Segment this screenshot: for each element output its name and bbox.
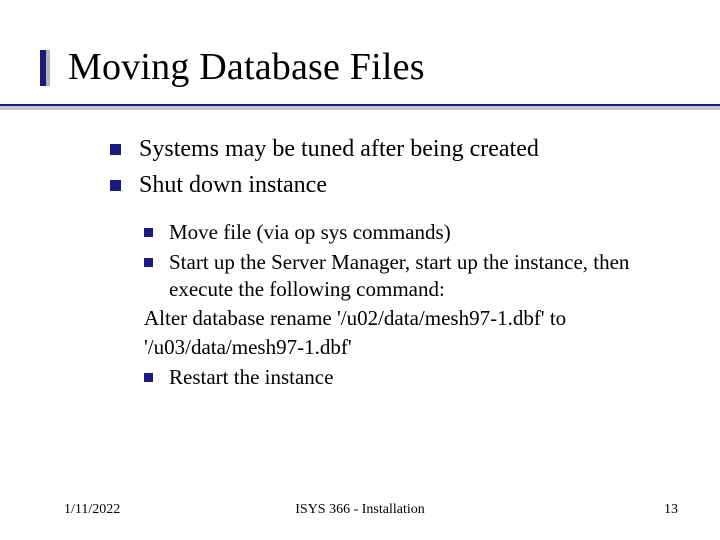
square-bullet-icon: [144, 258, 153, 267]
square-bullet-icon: [144, 228, 153, 237]
square-bullet-icon: [110, 144, 121, 155]
bullet-text: Systems may be tuned after being created: [139, 134, 672, 166]
footer-course: ISYS 366 - Installation: [0, 502, 720, 518]
slide-title: Moving Database Files: [68, 48, 680, 88]
sub-list: Move file (via op sys commands) Start up…: [110, 205, 672, 391]
title-underline: [0, 104, 720, 106]
slide-footer: 1/11/2022 ISYS 366 - Installation 13: [0, 502, 720, 518]
bullet-text: Start up the Server Manager, start up th…: [169, 249, 664, 304]
bullet-text: Shut down instance: [139, 170, 672, 202]
title-accent-bar: [40, 50, 46, 86]
title-wrap: Moving Database Files: [40, 48, 680, 88]
slide: Moving Database Files Systems may be tun…: [0, 0, 720, 540]
bullet-l2: Move file (via op sys commands): [144, 219, 664, 246]
bullet-text: Move file (via op sys commands): [169, 219, 664, 246]
bullet-l2: Restart the instance: [144, 364, 664, 391]
command-line: '/u03/data/mesh97-1.dbf': [144, 334, 664, 361]
slide-body: Systems may be tuned after being created…: [40, 106, 680, 391]
square-bullet-icon: [110, 180, 121, 191]
command-line: Alter database rename '/u02/data/mesh97-…: [144, 305, 664, 332]
bullet-l1: Shut down instance: [110, 170, 672, 202]
bullet-text: Restart the instance: [169, 364, 664, 391]
bullet-l2: Start up the Server Manager, start up th…: [144, 249, 664, 304]
square-bullet-icon: [144, 373, 153, 382]
bullet-l1: Systems may be tuned after being created: [110, 134, 672, 166]
